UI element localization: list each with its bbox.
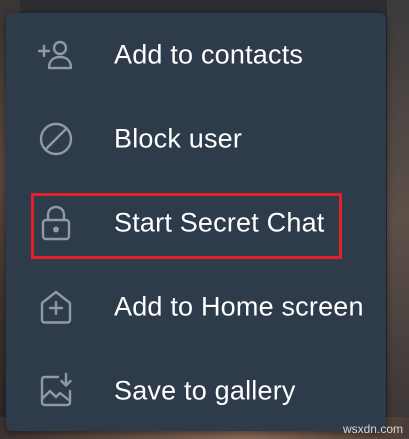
- context-menu: Add to contacts Block user Start Secret …: [6, 13, 386, 431]
- menu-item-add-to-home-screen[interactable]: Add to Home screen: [6, 265, 386, 349]
- add-contact-icon: [36, 35, 76, 75]
- menu-item-start-secret-chat[interactable]: Start Secret Chat: [6, 181, 386, 265]
- lock-icon: [36, 203, 76, 243]
- menu-item-block-user[interactable]: Block user: [6, 97, 386, 181]
- save-gallery-icon: [36, 371, 76, 411]
- menu-item-add-to-contacts[interactable]: Add to contacts: [6, 13, 386, 97]
- menu-item-label: Block user: [114, 123, 243, 154]
- watermark: wsxdn.com: [342, 422, 403, 436]
- background-photo-right: [387, 0, 409, 439]
- menu-item-label: Add to contacts: [114, 39, 304, 70]
- menu-item-label: Add to Home screen: [114, 291, 364, 322]
- add-home-icon: [36, 287, 76, 327]
- menu-item-label: Start Secret Chat: [114, 207, 325, 238]
- menu-item-save-to-gallery[interactable]: Save to gallery: [6, 349, 386, 433]
- menu-item-label: Save to gallery: [114, 375, 296, 406]
- block-icon: [36, 119, 76, 159]
